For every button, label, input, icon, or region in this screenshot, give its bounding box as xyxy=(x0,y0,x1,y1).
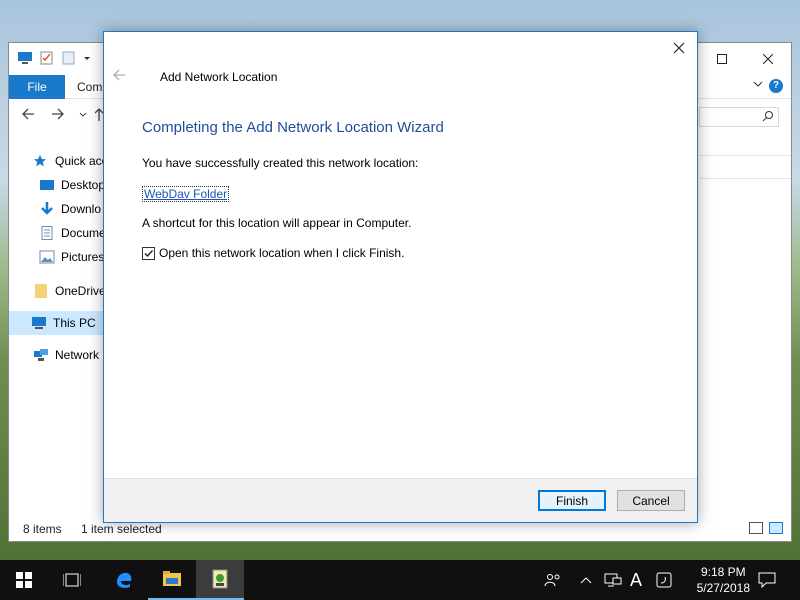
up-arrow-icon[interactable] xyxy=(94,107,104,126)
chevron-down-icon[interactable] xyxy=(753,79,763,92)
sidebar-item-label: Docume xyxy=(61,226,106,240)
sidebar-item-label: OneDrive xyxy=(55,284,106,298)
new-folder-icon[interactable] xyxy=(61,51,77,65)
system-clock[interactable]: 9:18 PM 5/27/2018 xyxy=(697,564,750,596)
network-icon xyxy=(33,348,49,362)
open-location-checkbox-label: Open this network location when I click … xyxy=(159,246,405,260)
clock-time: 9:18 PM xyxy=(700,565,746,579)
open-location-checkbox[interactable] xyxy=(142,246,155,260)
search-icon[interactable] xyxy=(762,110,774,125)
ime-indicator[interactable]: A xyxy=(630,560,642,600)
dialog-footer: Finish Cancel xyxy=(104,478,697,522)
star-icon xyxy=(33,154,49,168)
column-header-row xyxy=(699,155,791,179)
ribbon-tab-file[interactable]: File xyxy=(9,75,65,99)
sidebar-item-label: This PC xyxy=(53,316,96,330)
item-count: 8 items xyxy=(23,522,62,536)
cancel-button[interactable]: Cancel xyxy=(617,490,685,511)
back-arrow-icon[interactable] xyxy=(21,107,35,126)
help-icon[interactable]: ? xyxy=(769,79,783,93)
sidebar-item-label: Downlo xyxy=(61,202,102,216)
page-title: Completing the Add Network Location Wiza… xyxy=(142,119,444,136)
dialog-title: Add Network Location xyxy=(160,70,278,84)
maximize-button[interactable] xyxy=(699,43,745,75)
chevron-down-icon[interactable] xyxy=(83,51,91,65)
notification-status-icon[interactable] xyxy=(656,560,672,600)
network-wizard-icon xyxy=(212,569,228,589)
computer-icon xyxy=(31,316,47,330)
task-view-button[interactable] xyxy=(48,560,96,600)
task-view-icon xyxy=(63,573,81,587)
close-button[interactable] xyxy=(669,38,689,58)
search-input[interactable] xyxy=(699,107,779,127)
view-switcher xyxy=(749,522,783,534)
chevron-up-icon[interactable] xyxy=(580,560,592,600)
selection-count: 1 item selected xyxy=(81,522,162,536)
people-icon[interactable] xyxy=(544,560,562,600)
quick-access-toolbar xyxy=(17,51,91,65)
file-explorer-button[interactable] xyxy=(148,560,196,600)
properties-icon[interactable] xyxy=(39,51,55,65)
finish-button[interactable]: Finish xyxy=(538,490,606,511)
folder-icon xyxy=(163,571,181,586)
taskbar: A 9:18 PM 5/27/2018 xyxy=(0,560,800,600)
shortcut-message: A shortcut for this location will appear… xyxy=(142,216,412,230)
action-center-icon[interactable] xyxy=(758,560,776,600)
windows-logo-icon xyxy=(16,572,32,588)
sidebar-item-label: Quick acc xyxy=(55,154,108,168)
back-arrow-icon[interactable] xyxy=(112,68,126,87)
folder-icon xyxy=(33,284,49,298)
edge-button[interactable] xyxy=(100,560,148,600)
network-status-icon[interactable] xyxy=(604,560,622,600)
document-icon xyxy=(39,226,55,240)
navigation-pane: Quick acc Desktop Downlo Docume Pictures xyxy=(9,143,108,523)
details-view-icon[interactable] xyxy=(749,522,763,534)
sidebar-item-this-pc[interactable]: This PC xyxy=(9,311,105,335)
network-wizard-taskbar-button[interactable] xyxy=(196,560,244,600)
sidebar-item-label: Network xyxy=(55,348,100,362)
start-button[interactable] xyxy=(0,560,48,600)
open-location-option[interactable]: Open this network location when I click … xyxy=(142,246,404,260)
sidebar-item-label: Desktop xyxy=(61,178,106,192)
recent-locations-icon[interactable] xyxy=(79,107,87,126)
edge-icon xyxy=(117,572,132,588)
desktop-icon xyxy=(39,178,55,192)
download-icon xyxy=(39,202,55,216)
clock-date: 5/27/2018 xyxy=(696,581,750,595)
network-location-link[interactable]: WebDav Folder xyxy=(142,186,230,202)
computer-icon[interactable] xyxy=(17,51,33,65)
pictures-icon xyxy=(39,250,55,264)
large-icons-view-icon[interactable] xyxy=(769,522,783,534)
forward-arrow-icon[interactable] xyxy=(51,107,65,126)
sidebar-item-label: Pictures xyxy=(61,250,105,264)
success-message: You have successfully created this netwo… xyxy=(142,156,419,170)
close-button[interactable] xyxy=(745,43,791,75)
add-network-location-dialog: Add Network Location Completing the Add … xyxy=(103,31,698,523)
